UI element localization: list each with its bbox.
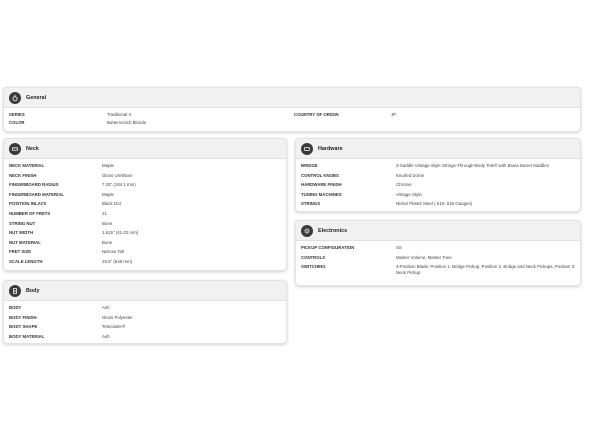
spec-value: Gloss Polyester <box>102 314 133 320</box>
spec-label: CONTROLS <box>301 254 326 260</box>
spec-label: FINGERBOARD MATERIAL <box>9 191 65 197</box>
spec-row: FRET SIZE Narrow Tall <box>4 247 286 257</box>
spec-label: BRIDGE <box>301 163 318 168</box>
neck-rows: NECK MATERIAL Maple NECK FINISH Gloss Ureth… <box>4 159 286 267</box>
spec-value: Bone <box>102 239 113 245</box>
general-card: General SERIES Traditional II COUNTRY OF… <box>3 87 581 132</box>
spec-label: FINGERBOARD RADIUS <box>9 182 59 188</box>
spec-label: STRINGS <box>301 201 321 207</box>
spec-row: POSITION INLAYS Black Dot <box>4 199 286 209</box>
spec-label: BODY FINISH <box>9 314 37 320</box>
spec-row: BODY FINISH Gloss Polyester <box>4 313 286 323</box>
spec-label: SCALE LENGTH <box>9 258 43 264</box>
spec-value: Black Dot <box>102 201 121 207</box>
spec-value: Master Volume, Master Tone <box>396 254 452 260</box>
spec-label: NECK FINISH <box>9 172 37 178</box>
spec-label: STRING NUT <box>9 220 36 226</box>
spec-row: HARDWARE FINISH Chrome <box>296 180 580 190</box>
hardware-icon <box>301 142 313 155</box>
body-icon <box>9 284 21 297</box>
spec-value: Nickel Plated Steel (.010-.046 Gauges) <box>396 201 473 207</box>
body-header: Body <box>4 281 286 301</box>
spec-value: Vintage Style <box>396 191 422 197</box>
spec-value: Gloss Urethane <box>102 172 133 178</box>
spec-row: BODY SHAPE Telecaster® <box>4 322 286 332</box>
spec-value: Chrome <box>396 182 412 188</box>
spec-label: BODY SHAPE <box>9 324 38 330</box>
electronics-icon <box>301 224 313 237</box>
neck-card: Neck NECK MATERIAL Maple NECK FINISH Gloss … <box>3 138 287 271</box>
spec-label: NUT MATERIAL <box>9 239 41 245</box>
hardware-title: Hardware <box>318 145 343 152</box>
color-value: Butterscotch Blonde <box>107 120 147 125</box>
spec-label: TUNING MACHINES <box>301 191 342 197</box>
series-label: SERIES <box>9 112 25 117</box>
spec-value: SS <box>396 245 402 250</box>
spec-label: POSITION INLAYS <box>9 201 47 207</box>
spec-label: NUMBER OF FRETS <box>9 210 51 216</box>
spec-row: NUT WIDTH 1.615" (41.02 mm) <box>4 228 286 238</box>
spec-value: Telecaster® <box>102 324 126 330</box>
spec-row: NUT MATERIAL Bone <box>4 238 286 248</box>
spec-label: FRET SIZE <box>9 249 31 255</box>
spec-row: FINGERBOARD RADIUS 7.25" (184.1 mm) <box>4 180 286 190</box>
spec-row: BODY MATERIAL Ash <box>4 332 286 342</box>
spec-value: Narrow Tall <box>102 249 124 255</box>
spec-label: NUT WIDTH <box>9 230 34 236</box>
spec-row: CONTROLS Master Volume, Master Tone <box>296 253 580 263</box>
spec-value: 1.615" (41.02 mm) <box>102 230 139 236</box>
electronics-card: Electronics PICKUP CONFIGURATION SS CONTRO… <box>295 220 581 286</box>
spec-row: BRIDGE 3-Saddle Vintage-Style Strings-Thr… <box>296 161 580 171</box>
spec-row: NECK MATERIAL Maple <box>4 161 286 171</box>
spec-row: PICKUP CONFIGURATION SS <box>296 243 580 253</box>
hardware-rows: BRIDGE 3-Saddle Vintage-Style Strings-Thr… <box>296 159 580 209</box>
spec-value: 21 <box>102 210 107 216</box>
body-rows: BODY Ash BODY FINISH Gloss Polyester BODY SH… <box>4 301 286 341</box>
spec-value: 3-Position Blade: Position 1. Bridge Pic… <box>396 263 576 275</box>
general-title: General <box>26 94 47 101</box>
color-label: COLOR <box>9 120 25 125</box>
spec-value: Maple <box>102 191 114 197</box>
body-title: Body <box>26 287 40 294</box>
series-value: Traditional II <box>107 112 131 117</box>
spec-value: Maple <box>102 163 114 168</box>
spec-label: HARDWARE FINISH <box>301 182 342 188</box>
spec-row: NUMBER OF FRETS 21 <box>4 209 286 219</box>
hardware-card: Hardware BRIDGE 3-Saddle Vintage-Style St… <box>295 138 581 212</box>
spec-row: STRING NUT Bone <box>4 219 286 229</box>
origin-value: JP <box>391 112 397 117</box>
guitar-icon <box>9 91 21 104</box>
spec-value: 25.5" (648 mm) <box>102 258 133 264</box>
hardware-header: Hardware <box>296 139 580 159</box>
spec-label: NECK MATERIAL <box>9 163 45 168</box>
general-header: General <box>4 88 580 108</box>
spec-row: CONTROL KNOBS Knurled Dome <box>296 171 580 181</box>
neck-header: Neck <box>4 139 286 159</box>
spec-label: BODY MATERIAL <box>9 333 45 339</box>
origin-label: COUNTRY OF ORIGIN <box>294 112 339 117</box>
spec-value: 7.25" (184.1 mm) <box>102 182 136 188</box>
spec-row: STRINGS Nickel Plated Steel (.010-.046 Ga… <box>296 199 580 209</box>
spec-label: CONTROL KNOBS <box>301 172 339 178</box>
spec-row: BODY Ash <box>4 303 286 313</box>
body-card: Body BODY Ash BODY FINISH Gloss Polyester BO… <box>3 280 287 344</box>
spec-value: Bone <box>102 220 113 226</box>
spec-value: Knurled Dome <box>396 172 425 178</box>
spec-row: SWITCHING 3-Position Blade: Position 1. B… <box>296 262 580 278</box>
spec-value: Ash <box>102 333 110 339</box>
neck-title: Neck <box>26 145 39 152</box>
spec-value: 3-Saddle Vintage-Style Strings-Through-B… <box>396 163 549 168</box>
electronics-rows: PICKUP CONFIGURATION SS CONTROLS Master Vol… <box>296 241 580 278</box>
neck-icon <box>9 142 21 155</box>
spec-row: TUNING MACHINES Vintage Style <box>296 190 580 200</box>
spec-row: SCALE LENGTH 25.5" (648 mm) <box>4 257 286 267</box>
spec-label: SWITCHING <box>301 264 326 270</box>
spec-row: FINGERBOARD MATERIAL Maple <box>4 190 286 200</box>
spec-value: Ash <box>102 305 110 310</box>
spec-label: PICKUP CONFIGURATION <box>301 245 355 250</box>
spec-label: BODY <box>9 305 22 310</box>
electronics-header: Electronics <box>296 221 580 241</box>
spec-row: NECK FINISH Gloss Urethane <box>4 171 286 181</box>
electronics-title: Electronics <box>318 227 348 234</box>
